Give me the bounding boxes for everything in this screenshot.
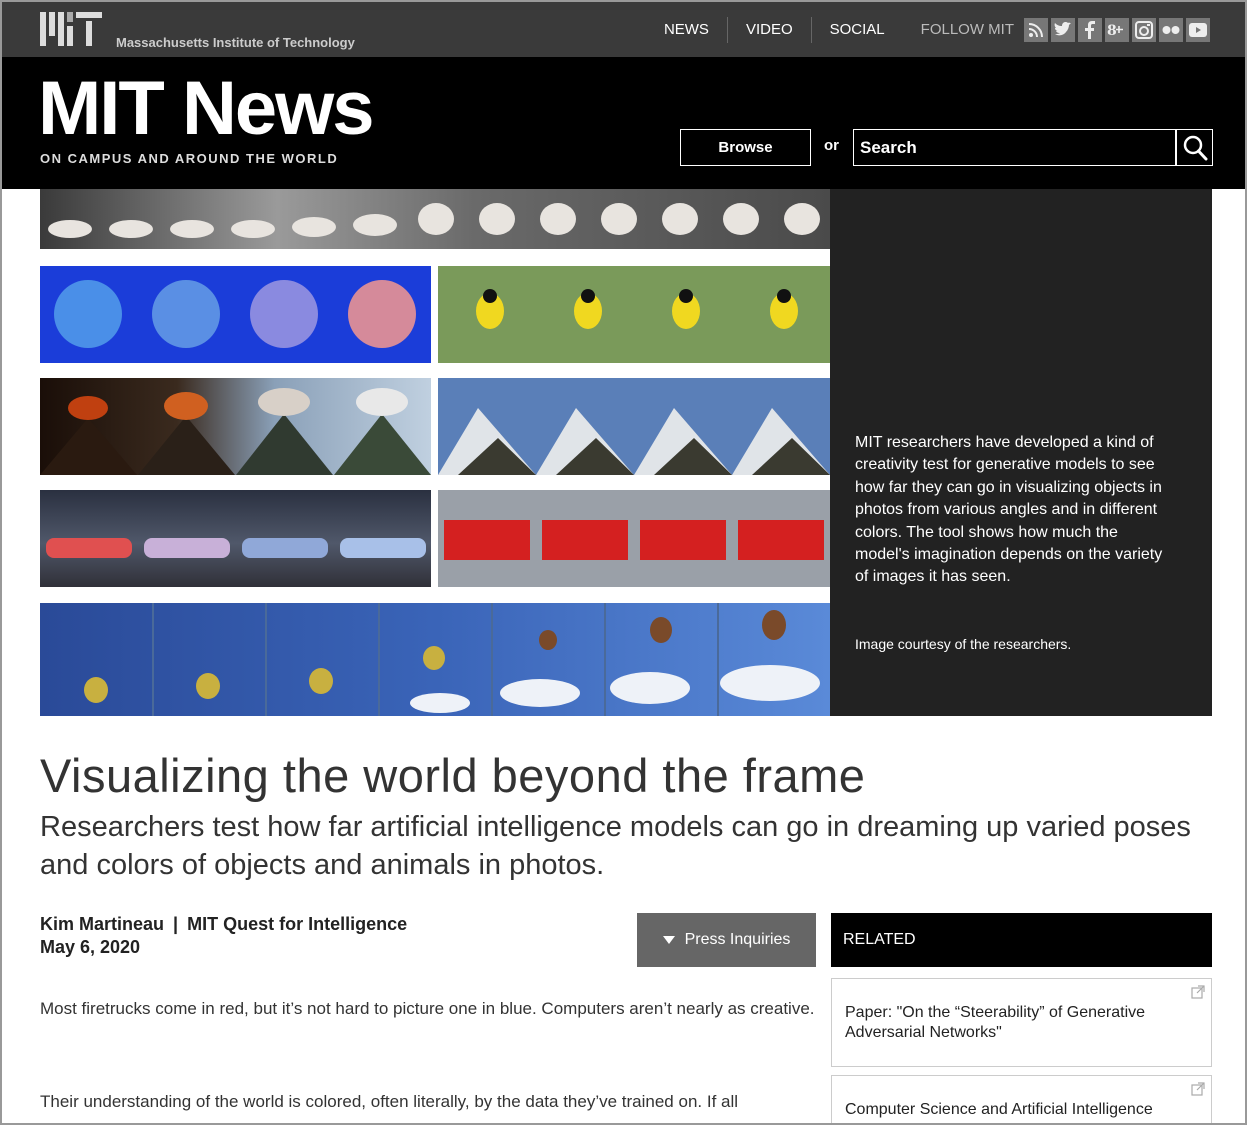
mit-logo[interactable] [40,12,106,50]
search-button[interactable] [1176,129,1213,166]
hero-caption: MIT researchers have developed a kind of… [855,434,1163,586]
svg-text:8: 8 [1107,23,1117,38]
facebook-icon[interactable] [1078,17,1102,42]
related-item[interactable]: Computer Science and Artificial Intellig… [831,1075,1212,1125]
bird-row [438,266,830,363]
press-inquiries-label: Press Inquiries [684,931,791,948]
related-item-title: Computer Science and Artificial Intellig… [845,1101,1153,1118]
article-title: Visualizing the world beyond the frame [40,749,866,802]
byline: Kim Martineau | MIT Quest for Intelligen… [40,913,407,959]
brand-tagline: ON CAMPUS AND AROUND THE WORLD [40,151,339,166]
cat-strip [40,189,830,249]
youtube-icon[interactable] [1186,17,1210,42]
or-label: or [824,137,839,154]
jellyfish-row [40,266,431,363]
hero-credit: Image courtesy of the researchers. [855,636,1072,652]
car-row [40,490,431,587]
article-paragraph: Their understanding of the world is colo… [40,1092,739,1111]
top-nav: NEWS VIDEO SOCIAL FOLLOW MIT 8 [646,2,1245,57]
browse-button[interactable]: Browse [680,129,811,166]
google-plus-icon[interactable]: 8 [1105,17,1129,42]
article-subtitle: Researchers test how far artificial inte… [40,811,1191,881]
related-item[interactable]: Paper: "On the “Steerability” of Generat… [831,978,1212,1067]
related-heading: RELATED [831,913,1212,967]
top-bar: Massachusetts Institute of Technology NE… [2,2,1245,57]
department-link[interactable]: MIT Quest for Intelligence [187,914,407,934]
caret-down-icon [662,936,675,944]
institution-name: Massachusetts Institute of Technology [116,35,355,50]
related-item-title: Paper: "On the “Steerability” of Generat… [845,1004,1146,1041]
hero-caption-panel: MIT researchers have developed a kind of… [830,189,1212,716]
balloon-row [40,603,830,716]
follow-label: FOLLOW MIT [920,21,1014,38]
firetruck-row [438,490,830,587]
hero-image [40,189,830,716]
rss-icon[interactable] [1024,17,1048,42]
search-icon [1183,135,1207,160]
nav-social[interactable]: SOCIAL [812,17,903,43]
twitter-icon[interactable] [1051,17,1075,42]
instagram-icon[interactable] [1132,17,1156,42]
brand-title[interactable]: MIT News [38,69,374,149]
article-paragraph: Most firetrucks come in red, but it’s no… [40,999,815,1018]
nav-news[interactable]: NEWS [646,16,728,43]
site-header: MIT News ON CAMPUS AND AROUND THE WORLD … [2,57,1245,189]
author-link[interactable]: Kim Martineau [40,914,164,934]
external-link-icon [1191,1082,1205,1096]
press-inquiries-button[interactable]: Press Inquiries [637,913,816,967]
external-link-icon [1191,985,1205,999]
search-input[interactable] [853,129,1176,166]
mountain-row [438,378,830,475]
flickr-icon[interactable] [1159,17,1183,42]
byline-separator: | [173,914,179,934]
social-icons: 8 [1024,17,1210,42]
nav-video[interactable]: VIDEO [728,16,812,43]
publish-date: May 6, 2020 [40,937,141,957]
volcano-row [40,378,431,475]
